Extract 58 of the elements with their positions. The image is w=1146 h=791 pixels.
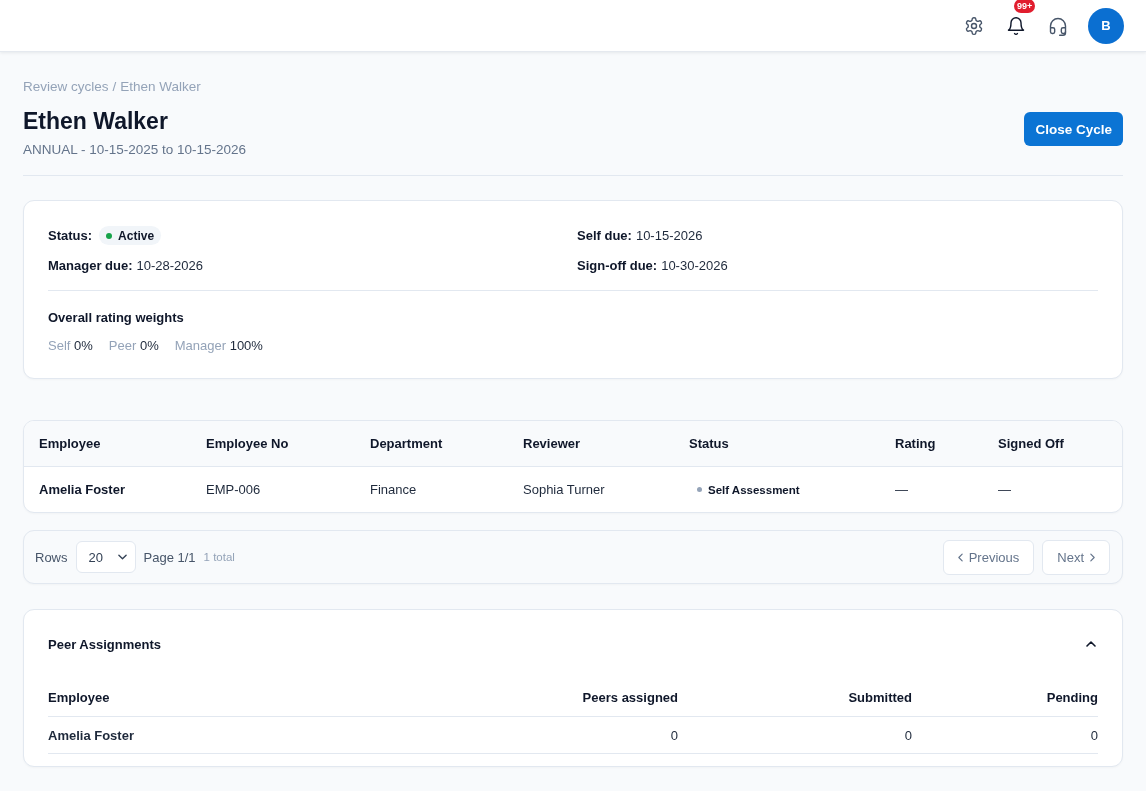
employee-name-cell-text: Amelia Foster (39, 482, 126, 497)
bell-icon[interactable] (1006, 15, 1026, 36)
column-header: Reviewer (523, 436, 582, 451)
breadcrumb-current: Ethen Walker (120, 79, 201, 95)
page-title: Ethen Walker (23, 107, 169, 136)
field-label: Status: (48, 228, 93, 243)
table-cell-text: Finance (370, 482, 418, 497)
close-cycle-button[interactable]: Close Cycle (1024, 112, 1123, 146)
chevron-right-icon (1090, 552, 1095, 562)
page-info: Page 1/1 (143, 549, 196, 565)
breadcrumb-separator: / (112, 79, 117, 95)
caret-icon (117, 554, 127, 560)
chevron-left-icon (957, 552, 963, 562)
weight-label: Manager (174, 338, 227, 353)
count-cell-text: 0 (903, 727, 912, 743)
status-text: Active (118, 229, 155, 243)
weight-value: 0% (74, 338, 93, 353)
column-header: Status (689, 436, 730, 451)
column-header: Employee (48, 689, 111, 705)
total-count: 1 total (203, 551, 235, 563)
column-header: Pending (1045, 689, 1098, 705)
status-text: Self Assessment (708, 483, 800, 496)
weight-value: 0% (139, 338, 159, 353)
column-header: Rating (895, 436, 937, 451)
weight-value: 100% (229, 338, 263, 353)
headset-icon[interactable] (1048, 15, 1068, 36)
collapse-toggle[interactable] (1084, 639, 1098, 649)
field-label: Manager due: (48, 258, 133, 273)
table-cell-text: Sophia Turner (523, 482, 606, 497)
employee-name-cell-text: Amelia Foster (48, 727, 135, 743)
field-label: Sign-off due: (577, 258, 658, 273)
settings-icon[interactable] (964, 15, 984, 36)
weight-label: Self (48, 338, 71, 353)
column-header: Signed Off (998, 436, 1065, 451)
rows-label: Rows (35, 549, 68, 565)
table-cell-text: EMP-006 (206, 482, 262, 497)
field-label: Self due: (577, 228, 632, 243)
weights-title: Overall rating weights (48, 310, 185, 326)
field-value: 10-15-2026 (635, 228, 703, 243)
column-header: Department (370, 436, 444, 451)
column-header: Submitted (847, 689, 912, 705)
chevron-up-icon (1086, 641, 1096, 647)
table-cell-text: — (895, 482, 909, 497)
column-header: Employee (39, 436, 102, 451)
count-cell-text: 0 (1089, 727, 1098, 743)
field-value: 10-30-2026 (661, 258, 728, 273)
rows-per-page-select[interactable]: 20 (75, 541, 136, 573)
notification-badge: 99+ (1014, 0, 1036, 13)
user-avatar[interactable]: B (1088, 7, 1124, 44)
table-cell-text: — (998, 482, 1012, 497)
column-header: Peers assigned (581, 689, 678, 705)
field-value: 10-28-2026 (136, 258, 203, 273)
count-cell-text: 0 (669, 727, 678, 743)
column-header: Employee No (206, 436, 290, 451)
weight-label: Peer (108, 338, 137, 353)
breadcrumb-link[interactable]: Review cycles (23, 79, 109, 95)
section-title: Peer Assignments (48, 636, 161, 652)
cycle-period: ANNUAL - 10-15-2025 to 10-15-2026 (23, 142, 247, 158)
